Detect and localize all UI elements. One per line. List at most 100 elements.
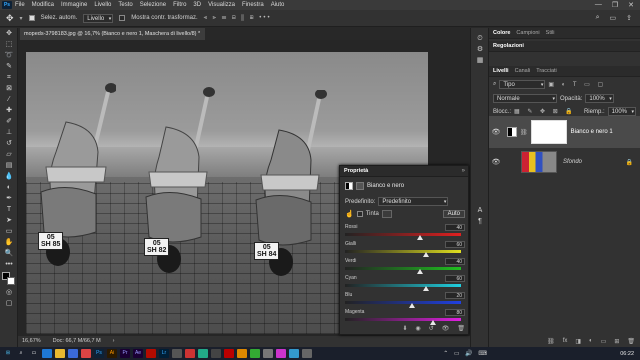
more-tools-icon[interactable]: •••: [2, 260, 16, 270]
move-tool-icon[interactable]: ✥: [2, 29, 16, 39]
dodge-tool-icon[interactable]: ◐: [2, 183, 16, 193]
eyedropper-tool-icon[interactable]: ⁄: [2, 95, 16, 105]
menu-aiuto[interactable]: Aiuto: [271, 2, 285, 8]
tab-regolazioni[interactable]: Regolazioni: [493, 43, 524, 49]
clip-icon[interactable]: ⬇: [402, 325, 407, 332]
menu-finestra[interactable]: Finestra: [242, 2, 264, 8]
align-icons[interactable]: ⫷ ⫸ ☰ ⊟ ⫼ ⊞ •••: [204, 15, 272, 22]
eraser-tool-icon[interactable]: ▱: [2, 150, 16, 160]
slider-track[interactable]: [345, 233, 461, 236]
system-tray-icons[interactable]: ⌃ ▭ 🔊 ⌨: [443, 350, 489, 357]
slider-value-field[interactable]: 20: [445, 292, 465, 299]
auto-button[interactable]: Auto: [442, 210, 465, 218]
restore-icon[interactable]: ❐: [612, 1, 618, 9]
slider-thumb[interactable]: [409, 303, 416, 308]
search-taskbar-icon[interactable]: ⌕: [16, 349, 26, 358]
gradient-tool-icon[interactable]: ▤: [2, 161, 16, 171]
healing-brush-tool-icon[interactable]: ✚: [2, 106, 16, 116]
history-brush-tool-icon[interactable]: ↺: [2, 139, 16, 149]
new-adjustment-icon[interactable]: ◐: [589, 338, 593, 345]
menu-3d[interactable]: 3D: [193, 2, 201, 8]
visibility-icon[interactable]: 👁: [442, 325, 450, 332]
fx-icon[interactable]: fx: [563, 338, 568, 345]
minimize-icon[interactable]: —: [595, 1, 602, 9]
quick-select-tool-icon[interactable]: ✎: [2, 62, 16, 72]
app-icon-5[interactable]: [237, 349, 247, 358]
show-transform-checkbox[interactable]: [119, 15, 126, 21]
menu-visualizza[interactable]: Visualizza: [208, 2, 235, 8]
layer-name[interactable]: Sfondo: [563, 159, 582, 165]
slider-value-field[interactable]: 40: [445, 224, 465, 231]
character-panel-icon[interactable]: A: [473, 206, 487, 216]
opacity-field[interactable]: 100%: [585, 94, 614, 103]
slider-value-field[interactable]: 40: [445, 258, 465, 265]
screen-mode-icon[interactable]: ▢: [2, 299, 16, 309]
chrome-icon[interactable]: [81, 349, 91, 358]
visibility-eye-icon[interactable]: 👁: [489, 128, 503, 136]
slider-track[interactable]: [345, 284, 461, 287]
visibility-eye-icon[interactable]: 👁: [489, 158, 503, 166]
background-color-swatch[interactable]: [7, 277, 15, 285]
lock-icon[interactable]: 🔒: [626, 159, 633, 166]
preset-dropdown[interactable]: Predefinito: [378, 197, 449, 206]
view-previous-icon[interactable]: ◉: [415, 325, 420, 332]
filter-kind-dropdown[interactable]: Tipo: [499, 80, 546, 89]
tint-checkbox[interactable]: [356, 211, 363, 217]
path-select-tool-icon[interactable]: ➤: [2, 216, 16, 226]
type-tool-icon[interactable]: T: [2, 205, 16, 215]
app-icon-3[interactable]: [198, 349, 208, 358]
auto-select-checkbox[interactable]: [28, 15, 35, 21]
reset-icon[interactable]: ↺: [429, 325, 434, 332]
add-mask-icon[interactable]: ◨: [575, 338, 581, 345]
brush-tool-icon[interactable]: ✐: [2, 117, 16, 127]
paragraph-panel-icon[interactable]: ¶: [473, 217, 487, 227]
slider-thumb[interactable]: [417, 235, 424, 240]
tab-canali[interactable]: Canali: [515, 68, 531, 74]
menu-testo[interactable]: Testo: [118, 2, 132, 8]
shape-tool-icon[interactable]: ▭: [2, 227, 16, 237]
trash-icon[interactable]: 🗑: [457, 325, 465, 332]
move-tool-icon[interactable]: ✥: [6, 13, 14, 24]
app-icon-4[interactable]: [211, 349, 221, 358]
tab-livelli[interactable]: Livelli: [493, 68, 509, 74]
tab-colore[interactable]: Colore: [493, 30, 510, 36]
mask-icon[interactable]: [356, 182, 364, 190]
properties-panel-close-icon[interactable]: »: [462, 168, 465, 174]
crop-tool-icon[interactable]: ⌗: [2, 73, 16, 83]
photoshop-taskbar-icon[interactable]: Ps: [94, 349, 104, 358]
layer-row-sfondo[interactable]: 👁 Sfondo 🔒: [489, 149, 640, 175]
windows-start-icon[interactable]: ⊞: [3, 349, 13, 358]
chain-icon[interactable]: ⛓: [520, 129, 528, 136]
app-icon-9[interactable]: [289, 349, 299, 358]
pen-tool-icon[interactable]: ✒: [2, 194, 16, 204]
tint-color-swatch[interactable]: [381, 210, 392, 218]
app-icon-10[interactable]: [302, 349, 312, 358]
premiere-icon[interactable]: Pr: [120, 349, 130, 358]
zoom-level[interactable]: 16,67%: [22, 336, 41, 347]
filter-icons[interactable]: ▣ ◐ T ▭ ▢: [548, 81, 606, 88]
slider-track[interactable]: [345, 318, 461, 321]
libraries-panel-icon[interactable]: ▦: [473, 56, 487, 66]
marquee-tool-icon[interactable]: ⬚: [2, 40, 16, 50]
taskbar-clock[interactable]: 06:22: [620, 351, 634, 357]
lightroom-icon[interactable]: Lr: [159, 349, 169, 358]
frame-tool-icon[interactable]: ⊠: [2, 84, 16, 94]
menu-modifica[interactable]: Modifica: [32, 2, 54, 8]
menu-livello[interactable]: Livello: [94, 2, 111, 8]
quick-mask-icon[interactable]: ◎: [2, 288, 16, 298]
lasso-tool-icon[interactable]: ➰: [2, 51, 16, 61]
slider-thumb[interactable]: [423, 286, 430, 291]
lock-icons[interactable]: ▦ ✎ ✥ ⊠ 🔒: [514, 108, 576, 115]
document-tab[interactable]: mopeds-3798183.jpg @ 16,7% (Bianco e ner…: [20, 28, 205, 40]
filezilla-icon[interactable]: [224, 349, 234, 358]
tab-tracciati[interactable]: Tracciati: [536, 68, 557, 74]
document-info[interactable]: Doc: 66,7 M/66,7 M: [53, 336, 101, 347]
delete-layer-icon[interactable]: 🗑: [627, 338, 635, 345]
menu-filtro[interactable]: Filtro: [173, 2, 186, 8]
properties-panel-icon[interactable]: ⚙: [473, 45, 487, 55]
layer-row-bianco-nero[interactable]: 👁 ⛓ Bianco e nero 1: [489, 116, 640, 148]
slider-value-field[interactable]: 60: [445, 275, 465, 282]
menu-immagine[interactable]: Immagine: [61, 2, 87, 8]
slider-value-field[interactable]: 60: [445, 241, 465, 248]
acrobat-icon[interactable]: [146, 349, 156, 358]
